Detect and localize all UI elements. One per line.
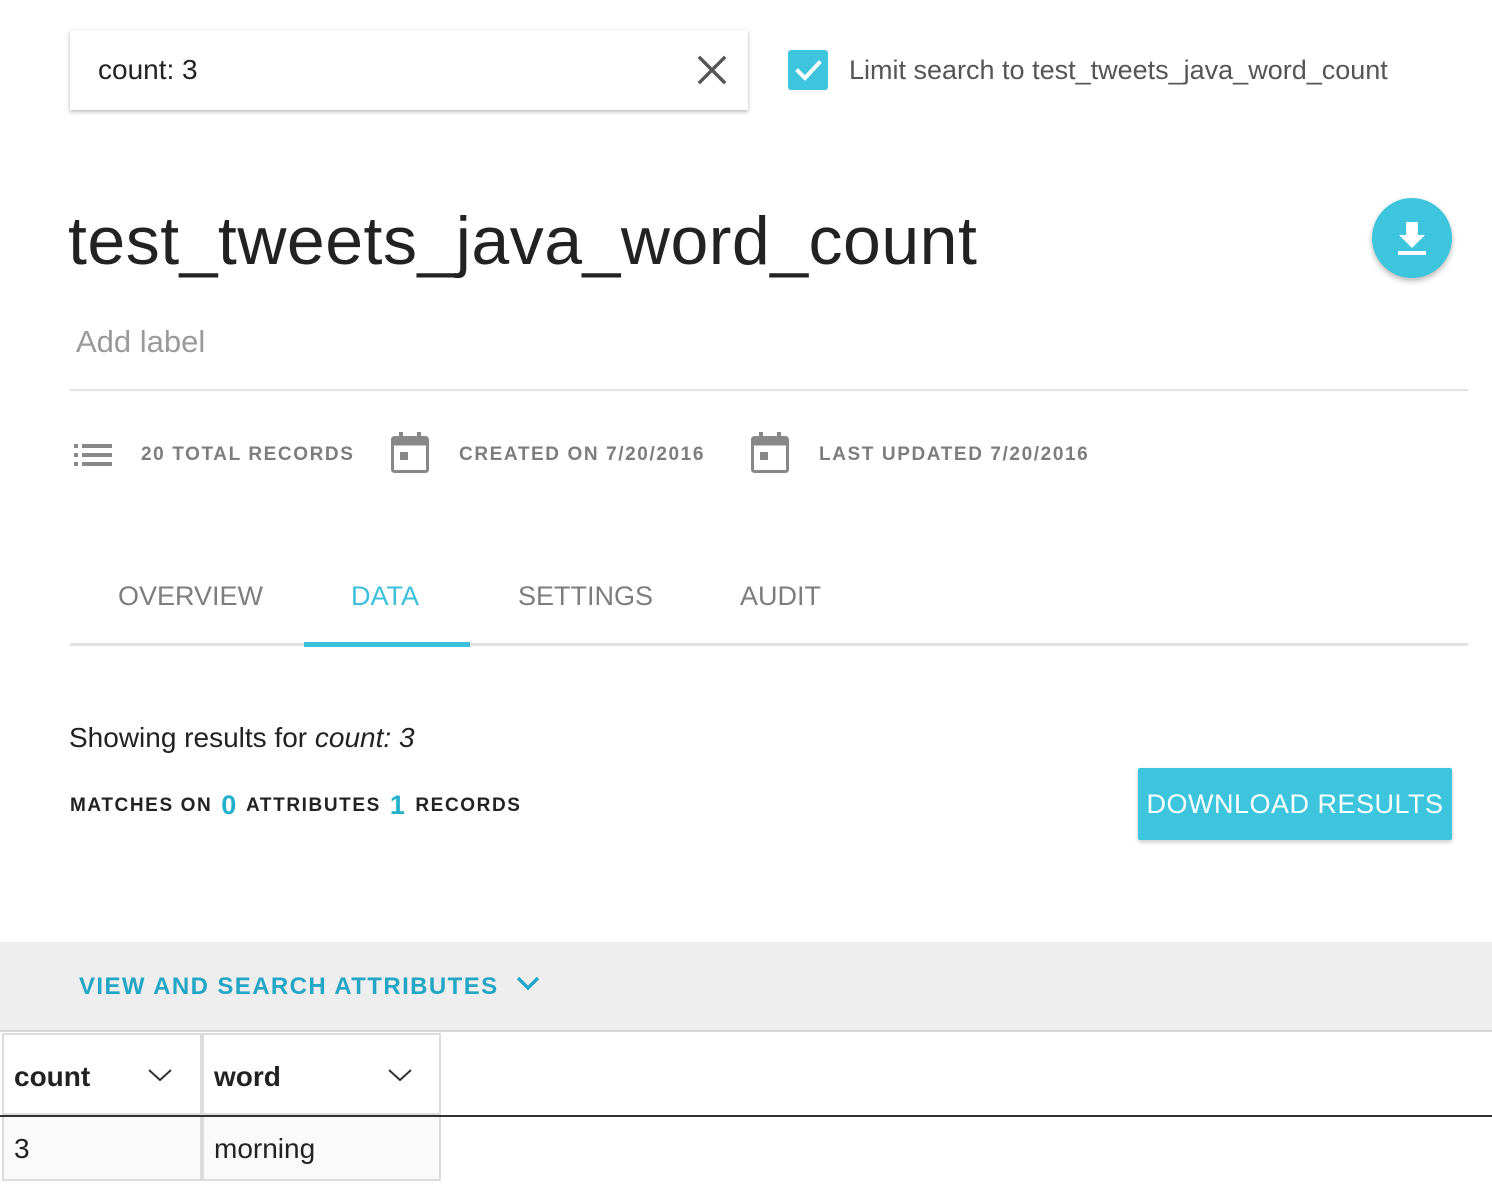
column-header-word[interactable]: word bbox=[202, 1033, 441, 1115]
attributes-toggle-label: VIEW AND SEARCH ATTRIBUTES bbox=[79, 973, 499, 1000]
matches-on-label: MATCHES ON bbox=[70, 795, 213, 816]
download-results-button[interactable]: DOWNLOAD RESULTS bbox=[1138, 768, 1452, 840]
cell-value: morning bbox=[214, 1133, 316, 1164]
download-fab-button[interactable] bbox=[1372, 198, 1452, 278]
chevron-down-icon[interactable] bbox=[146, 1065, 174, 1085]
tab-settings[interactable]: SETTINGS bbox=[518, 576, 653, 616]
attributes-label: ATTRIBUTES bbox=[246, 795, 381, 816]
calendar-icon bbox=[391, 432, 429, 479]
check-icon bbox=[795, 60, 822, 81]
results-summary: Showing results for count: 3 bbox=[69, 718, 415, 758]
tab-audit[interactable]: AUDIT bbox=[740, 576, 821, 616]
column-header-label: word bbox=[214, 1061, 281, 1092]
limit-search-label[interactable]: Limit search to test_tweets_java_word_co… bbox=[849, 50, 1388, 90]
calendar-icon bbox=[751, 432, 789, 479]
clear-search-button[interactable] bbox=[694, 52, 730, 88]
add-label-field[interactable]: Add label bbox=[76, 322, 205, 362]
table-cell-count: 3 bbox=[2, 1117, 202, 1181]
view-search-attributes-toggle[interactable]: VIEW AND SEARCH ATTRIBUTES bbox=[79, 970, 541, 1004]
column-header-label: count bbox=[14, 1061, 91, 1092]
table-cell-word: morning bbox=[202, 1117, 441, 1181]
last-updated: LAST UPDATED 7/20/2016 bbox=[819, 444, 1090, 465]
search-box bbox=[70, 30, 748, 110]
records-count: 1 bbox=[389, 790, 407, 820]
tab-data[interactable]: DATA bbox=[351, 576, 419, 616]
chevron-down-icon bbox=[516, 976, 539, 991]
divider bbox=[70, 389, 1468, 391]
total-records: 20 TOTAL RECORDS bbox=[141, 444, 355, 465]
cell-value: 3 bbox=[14, 1133, 30, 1164]
results-query: count: 3 bbox=[314, 722, 415, 753]
download-icon bbox=[1398, 222, 1426, 255]
match-stats: MATCHES ON 0 ATTRIBUTES 1 RECORDS bbox=[70, 788, 522, 823]
created-on: CREATED ON 7/20/2016 bbox=[459, 444, 706, 465]
results-prefix: Showing results for bbox=[69, 722, 315, 753]
column-header-count[interactable]: count bbox=[2, 1033, 202, 1115]
tabs-divider bbox=[70, 643, 1468, 646]
search-input[interactable] bbox=[98, 50, 658, 90]
tab-overview[interactable]: OVERVIEW bbox=[118, 576, 263, 616]
attributes-count: 0 bbox=[221, 790, 238, 820]
dataset-title: test_tweets_java_word_count bbox=[68, 203, 978, 279]
limit-search-checkbox[interactable] bbox=[788, 50, 828, 90]
list-icon bbox=[74, 442, 112, 473]
active-tab-indicator bbox=[304, 642, 470, 647]
table-top-border bbox=[0, 1030, 1492, 1032]
chevron-down-icon[interactable] bbox=[386, 1065, 414, 1085]
records-label: RECORDS bbox=[415, 795, 522, 816]
close-icon bbox=[697, 55, 727, 85]
